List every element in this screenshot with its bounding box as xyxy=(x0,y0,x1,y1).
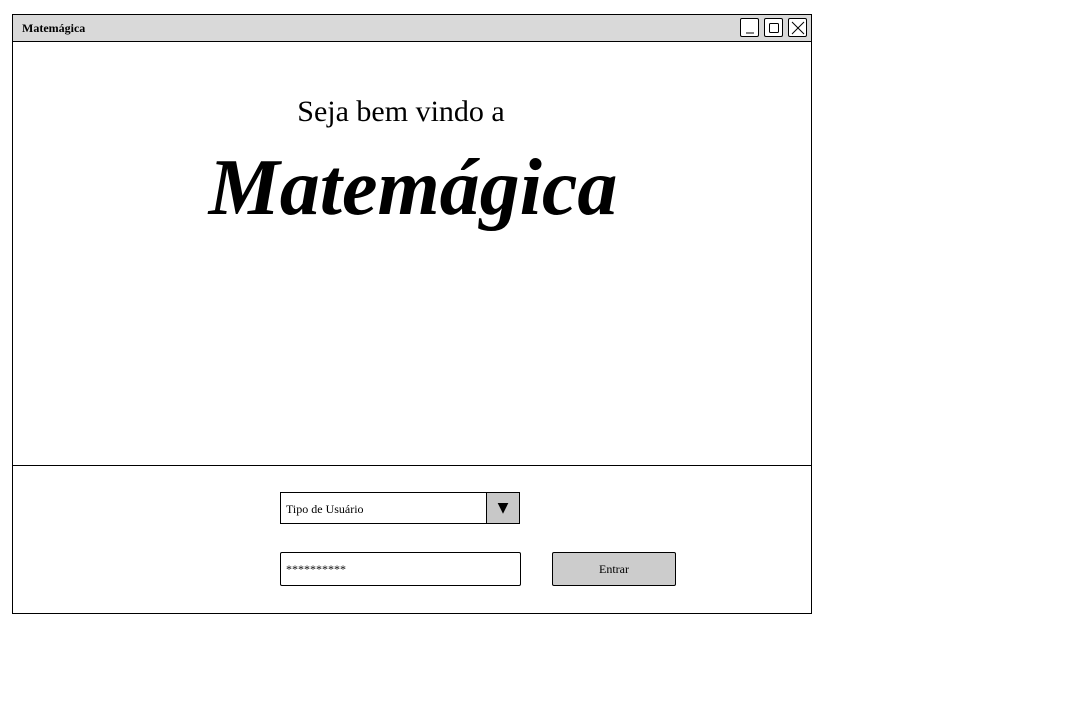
minimize-icon xyxy=(746,32,754,34)
minimize-button[interactable] xyxy=(740,18,759,37)
app-window: Matemágica Seja bem vindo a Matemágica T… xyxy=(12,14,812,614)
title-bar: Matemágica xyxy=(13,15,811,42)
close-icon xyxy=(791,21,805,35)
user-type-select[interactable]: Tipo de Usuário ▼ xyxy=(280,492,520,524)
welcome-text: Seja bem vindo a xyxy=(297,95,505,128)
user-type-select-value: Tipo de Usuário xyxy=(286,502,364,516)
brand-title: Matemágica xyxy=(208,144,618,232)
enter-button[interactable]: Entrar xyxy=(552,552,676,586)
maximize-button[interactable] xyxy=(764,18,783,37)
dropdown-arrow-icon[interactable]: ▼ xyxy=(486,493,519,523)
maximize-icon xyxy=(769,23,779,33)
window-title: Matemágica xyxy=(22,21,86,35)
close-button[interactable] xyxy=(788,18,807,37)
password-input[interactable] xyxy=(280,552,521,586)
divider xyxy=(13,465,811,466)
